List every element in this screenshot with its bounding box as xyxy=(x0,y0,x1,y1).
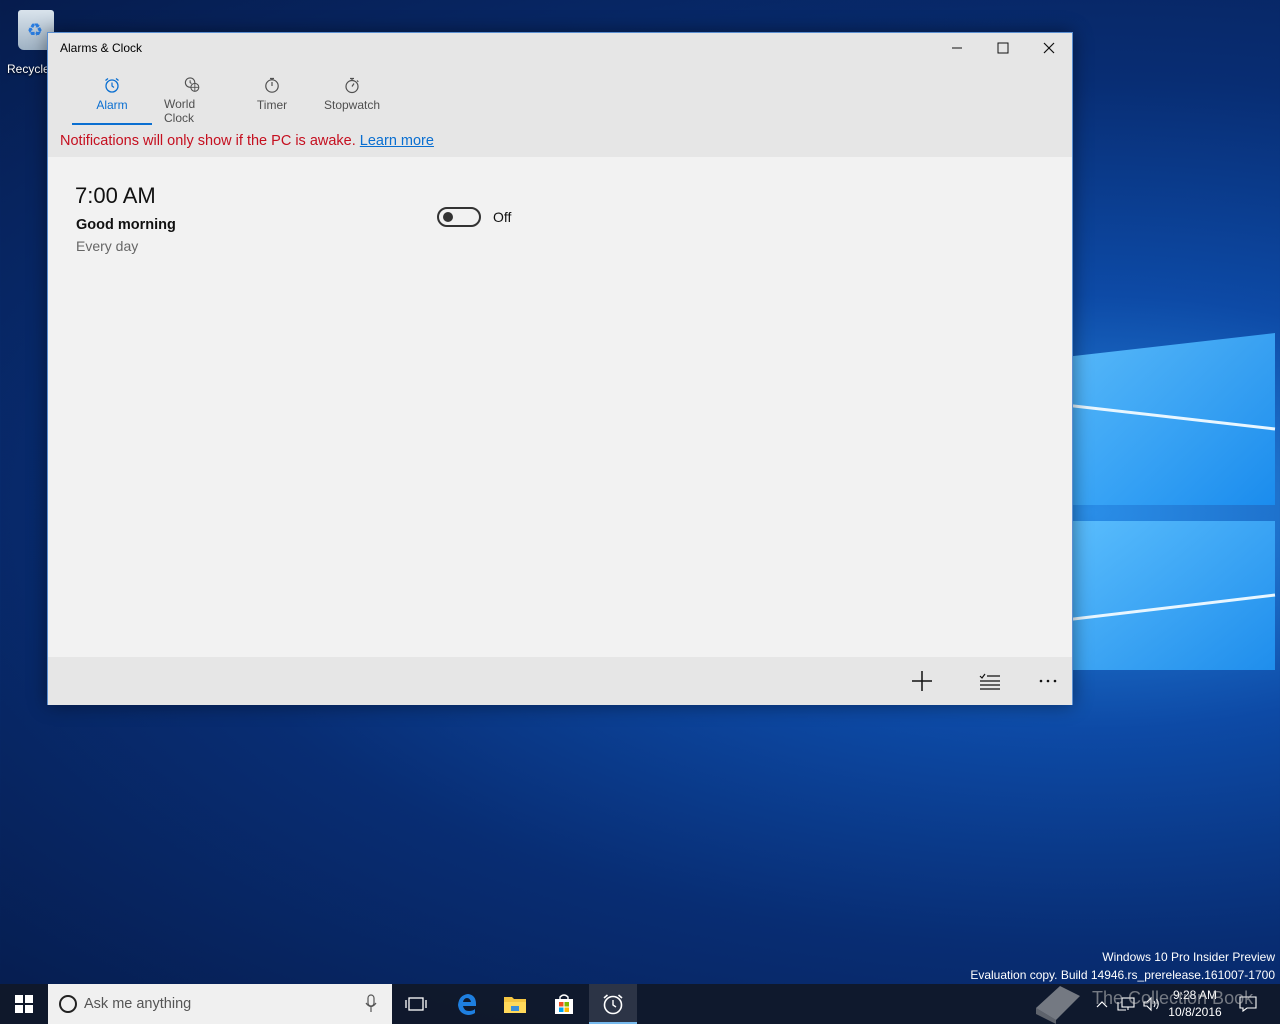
alarms-window: Alarms & Clock Alarm World Clock Timer S… xyxy=(47,32,1073,705)
notification-warning: Notifications will only show if the PC i… xyxy=(60,133,434,149)
volume-tray-button[interactable] xyxy=(1140,984,1164,1024)
notification-warning-text: Notifications will only show if the PC i… xyxy=(60,133,356,149)
chevron-up-icon xyxy=(1096,1001,1108,1008)
alarm-clock-icon xyxy=(105,77,119,93)
learn-more-link[interactable]: Learn more xyxy=(360,133,434,149)
select-list-icon xyxy=(979,673,1000,690)
edge-taskbar-button[interactable] xyxy=(443,984,491,1024)
alarm-time: 7:00 AM xyxy=(75,183,156,208)
toggle-knob xyxy=(443,212,453,222)
select-alarms-button[interactable] xyxy=(968,663,1012,699)
start-button[interactable] xyxy=(0,984,48,1024)
microphone-icon[interactable] xyxy=(364,994,378,1014)
close-icon xyxy=(1043,42,1055,54)
tab-world-clock-label: World Clock xyxy=(164,97,196,125)
command-bar xyxy=(48,657,1072,705)
tab-world-clock[interactable]: World Clock xyxy=(152,73,232,125)
build-watermark-line1: Windows 10 Pro Insider Preview xyxy=(1102,950,1275,964)
title-bar: Alarms & Clock Alarm World Clock Timer S… xyxy=(48,33,1072,157)
task-view-icon xyxy=(405,997,427,1011)
file-explorer-taskbar-button[interactable] xyxy=(491,984,539,1024)
close-button[interactable] xyxy=(1026,33,1072,63)
tab-stopwatch-label: Stopwatch xyxy=(323,98,381,112)
tab-bar: Alarm World Clock Timer Stopwatch xyxy=(72,73,392,125)
minimize-icon xyxy=(952,47,962,49)
maximize-button[interactable] xyxy=(980,33,1026,63)
taskbar-clock[interactable]: 9:28 AM 10/8/2016 xyxy=(1166,987,1224,1021)
alarm-list: 7:00 AM Good morning Every day Off xyxy=(48,157,1072,657)
add-alarm-button[interactable] xyxy=(900,663,944,699)
tab-timer-label: Timer xyxy=(256,98,288,112)
cortana-search-box[interactable]: Ask me anything xyxy=(48,984,392,1024)
action-center-icon xyxy=(1239,996,1257,1012)
folder-icon xyxy=(504,997,526,1013)
build-watermark-line2: Evaluation copy. Build 14946.rs_prerelea… xyxy=(970,968,1275,982)
minimize-button[interactable] xyxy=(934,33,980,63)
alarm-toggle-switch[interactable] xyxy=(437,207,481,227)
action-center-button[interactable] xyxy=(1234,984,1262,1024)
more-options-button[interactable] xyxy=(1026,663,1070,699)
cortana-icon xyxy=(59,995,77,1013)
alarm-repeat: Every day xyxy=(76,238,139,254)
alarms-taskbar-button[interactable] xyxy=(589,984,637,1024)
stopwatch-icon xyxy=(345,77,359,94)
clock-date: 10/8/2016 xyxy=(1168,1005,1222,1019)
task-view-button[interactable] xyxy=(392,984,440,1024)
speaker-icon xyxy=(1143,996,1159,1012)
network-tray-button[interactable] xyxy=(1114,984,1138,1024)
search-placeholder: Ask me anything xyxy=(84,996,192,1012)
store-bag-icon xyxy=(555,994,573,1014)
alarm-toggle-state: Off xyxy=(493,209,512,225)
alarm-item[interactable]: 7:00 AM Good morning Every day Off xyxy=(75,183,555,263)
network-icon xyxy=(1117,997,1135,1011)
maximize-icon xyxy=(997,42,1009,54)
taskbar: Ask me anything 9:28 AM 10/8/2016 xyxy=(0,984,1280,1024)
more-ellipsis-icon xyxy=(1039,679,1057,683)
window-title: Alarms & Clock xyxy=(60,41,143,55)
world-clock-icon xyxy=(184,77,200,92)
tab-stopwatch[interactable]: Stopwatch xyxy=(312,73,392,125)
clock-time: 9:28 AM xyxy=(1172,988,1218,1002)
windows-wallpaper-logo xyxy=(1065,333,1276,670)
alarm-name: Good morning xyxy=(76,217,176,233)
tab-alarm[interactable]: Alarm xyxy=(72,73,152,125)
tab-timer[interactable]: Timer xyxy=(232,73,312,125)
plus-icon xyxy=(912,671,932,691)
tab-alarm-label: Alarm xyxy=(96,98,128,112)
alarms-app-icon xyxy=(603,994,623,1015)
recycle-bin-label: Recycle xyxy=(7,62,50,76)
edge-browser-icon xyxy=(458,994,476,1015)
show-hidden-icons-button[interactable] xyxy=(1092,984,1112,1024)
windows-logo-icon xyxy=(15,995,33,1013)
store-taskbar-button[interactable] xyxy=(540,984,588,1024)
timer-icon xyxy=(265,77,279,93)
